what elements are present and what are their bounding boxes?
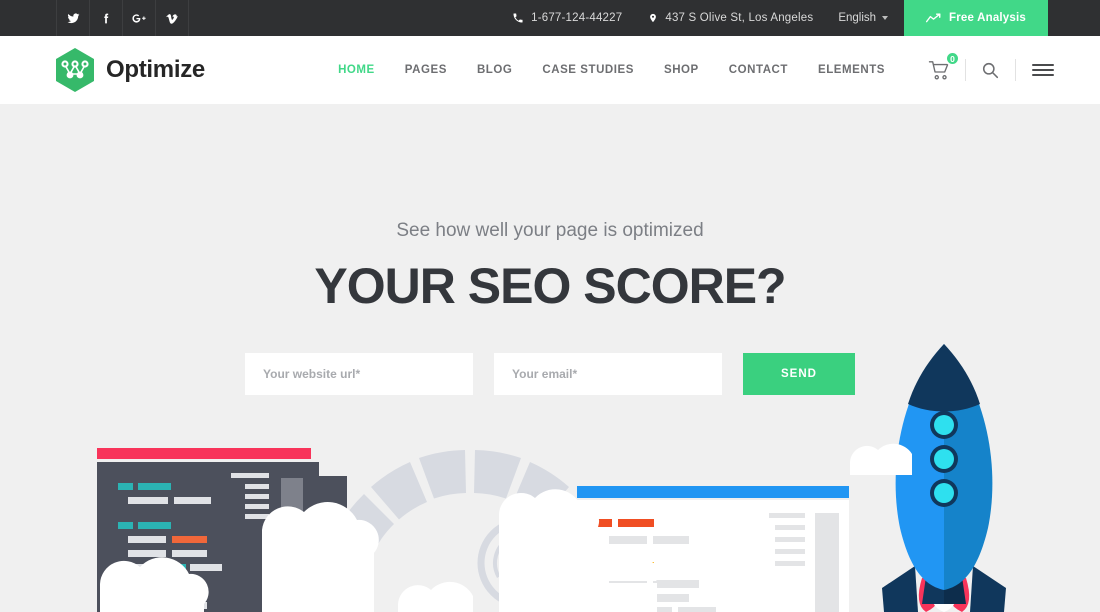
search-icon [982, 62, 999, 78]
facebook-icon [103, 13, 108, 23]
topbar-phone-label: 1-677-124-44227 [531, 12, 623, 24]
site-header: Optimize HOME PAGES BLOG CASE STUDIES SH… [0, 36, 1100, 104]
nav-item-contact[interactable]: CONTACT [714, 64, 803, 76]
social-link-googleplus[interactable] [122, 0, 156, 36]
googleplus-icon [132, 13, 146, 23]
trend-chart-icon [926, 12, 941, 22]
nav-item-case-studies[interactable]: CASE STUDIES [527, 64, 649, 76]
hero-subtitle: See how well your page is optimized [396, 220, 704, 241]
social-links [56, 0, 189, 36]
nav-item-shop[interactable]: SHOP [649, 64, 714, 76]
free-analysis-label: Free Analysis [949, 12, 1026, 24]
topbar-tail [1048, 0, 1100, 36]
hamburger-menu-icon [1032, 64, 1054, 76]
cart-count-badge: 0 [945, 51, 960, 66]
topbar-right: 1-677-124-44227 437 S Olive St, Los Ange… [499, 0, 1100, 36]
nav-item-home[interactable]: HOME [323, 64, 390, 76]
phone-icon [513, 13, 523, 23]
send-button[interactable]: SEND [743, 352, 855, 395]
email-input[interactable] [494, 352, 722, 395]
logo-hexagon-icon [56, 48, 94, 92]
social-link-vimeo[interactable] [155, 0, 189, 36]
page-title: YOUR SEO SCORE? [314, 258, 786, 314]
social-link-twitter[interactable] [56, 0, 90, 36]
page-root: 1-677-124-44227 437 S Olive St, Los Ange… [0, 0, 1100, 612]
chevron-down-icon [882, 16, 889, 20]
twitter-icon [67, 12, 79, 23]
logo-text: Optimize [106, 56, 205, 83]
language-selector[interactable]: English [826, 0, 904, 36]
cart-button[interactable]: 0 [914, 51, 965, 80]
main-nav: HOME PAGES BLOG CASE STUDIES SHOP CONTAC… [323, 64, 900, 76]
vimeo-icon [165, 13, 178, 24]
location-pin-icon [650, 13, 657, 23]
social-link-facebook[interactable] [89, 0, 123, 36]
topbar: 1-677-124-44227 437 S Olive St, Los Ange… [0, 0, 1100, 36]
topbar-phone[interactable]: 1-677-124-44227 [499, 0, 635, 36]
topbar-address-label: 437 S Olive St, Los Angeles [665, 12, 814, 24]
topbar-address[interactable]: 437 S Olive St, Los Angeles [635, 0, 826, 36]
website-url-input[interactable] [245, 352, 473, 395]
search-button[interactable] [966, 62, 1015, 79]
hero-section: See how well your page is optimized YOUR… [0, 104, 1100, 395]
free-analysis-button[interactable]: Free Analysis [904, 0, 1048, 36]
menu-toggle-button[interactable] [1016, 62, 1054, 78]
header-tools: 0 [914, 51, 1054, 81]
language-label: English [838, 12, 877, 24]
logo[interactable]: Optimize [54, 47, 205, 93]
nav-item-elements[interactable]: ELEMENTS [803, 64, 900, 76]
nav-item-pages[interactable]: PAGES [390, 64, 462, 76]
seo-score-form: SEND [0, 352, 1100, 395]
nav-item-blog[interactable]: BLOG [462, 64, 527, 76]
